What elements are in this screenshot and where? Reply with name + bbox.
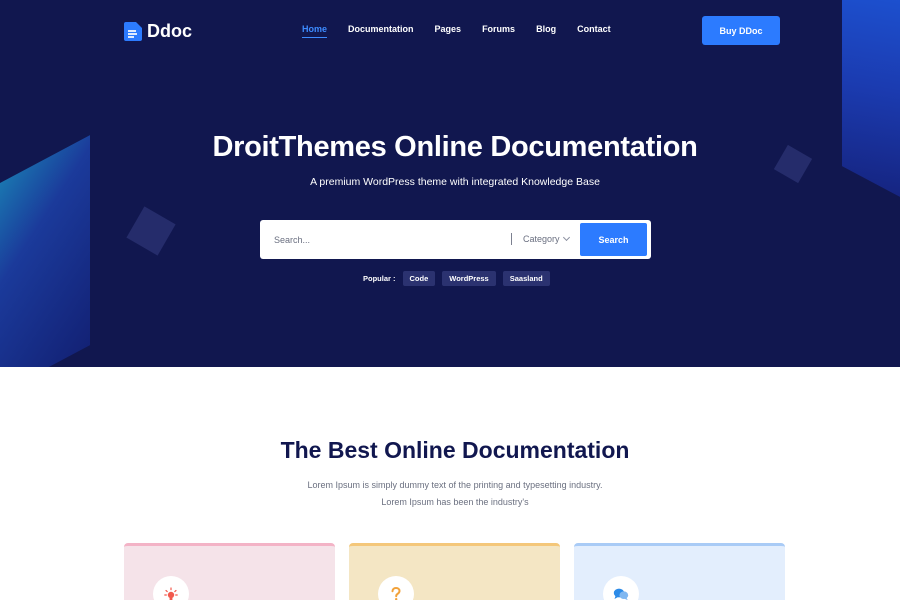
section-description-line: Lorem Ipsum has been the industry's (381, 497, 529, 507)
section-description-line: Lorem Ipsum is simply dummy text of the … (307, 480, 603, 490)
hero-title: DroitThemes Online Documentation (212, 131, 698, 163)
chat-bubbles-icon (603, 576, 639, 600)
search-bar: Category Search (260, 220, 651, 259)
decorative-shape (0, 135, 90, 367)
chevron-down-icon (562, 233, 570, 242)
section-title: The Best Online Documentation (280, 437, 630, 463)
feature-card[interactable] (124, 543, 335, 600)
site-logo[interactable]: Ddoc (124, 21, 192, 42)
search-button[interactable]: Search (580, 223, 647, 256)
nav-item-pages[interactable]: Pages (435, 24, 462, 34)
top-navigation: Ddoc Home Documentation Pages Forums Blo… (0, 0, 900, 60)
popular-tags: Popular : Code WordPress Saasland (363, 271, 557, 286)
search-input[interactable] (274, 220, 509, 259)
hero-section: Ddoc Home Documentation Pages Forums Blo… (0, 0, 900, 367)
nav-item-documentation[interactable]: Documentation (348, 24, 414, 34)
logo-text: Ddoc (147, 21, 192, 41)
nav-item-blog[interactable]: Blog (536, 24, 556, 34)
feature-card[interactable] (574, 543, 785, 600)
nav-item-home[interactable]: Home (302, 24, 328, 38)
main-menu: Home Documentation Pages Forums Blog Con… (302, 24, 632, 38)
lightbulb-icon (153, 576, 189, 600)
nav-item-contact[interactable]: Contact (577, 24, 611, 34)
category-select[interactable]: Category (523, 233, 570, 244)
tag-wordpress[interactable]: WordPress (442, 271, 496, 286)
search-divider (511, 233, 512, 245)
nav-item-forums[interactable]: Forums (482, 24, 515, 34)
tag-saasland[interactable]: Saasland (502, 271, 550, 286)
tag-code[interactable]: Code (402, 271, 436, 286)
popular-label: Popular : (363, 274, 396, 283)
buy-ddoc-button[interactable]: Buy DDoc (702, 16, 780, 45)
decorative-shape (126, 206, 176, 256)
hero-subtitle: A premium WordPress theme with integrate… (310, 176, 600, 188)
feature-card[interactable] (349, 543, 560, 600)
category-label: Category (523, 234, 560, 244)
section-description: Lorem Ipsum is simply dummy text of the … (0, 477, 900, 511)
document-logo-icon (124, 22, 142, 41)
question-icon (378, 576, 414, 600)
